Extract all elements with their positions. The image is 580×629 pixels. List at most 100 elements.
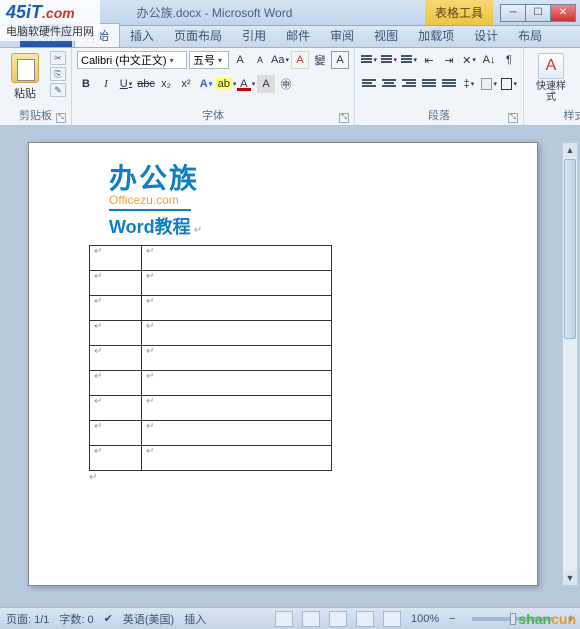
ribbon: 粘贴 ✂ ⎘ ✎ 剪贴板⤡ Calibri (中文正文)▾ 五号▾ A A Aa…	[0, 48, 580, 126]
subscript-button[interactable]: x₂	[157, 75, 175, 93]
phonetic-guide-button[interactable]: 變	[311, 51, 329, 69]
maximize-button[interactable]: ☐	[525, 4, 551, 22]
status-wordcount[interactable]: 字数: 0	[59, 611, 93, 627]
line-spacing-button[interactable]: ‡▾	[460, 75, 478, 93]
grow-font-button[interactable]: A	[231, 51, 249, 69]
group-label-font: 字体⤡	[77, 106, 349, 124]
character-border-button[interactable]: A	[331, 51, 349, 69]
format-painter-button[interactable]: ✎	[50, 83, 66, 97]
table-row: ↵↵	[90, 446, 332, 471]
show-marks-button[interactable]: ¶	[500, 51, 518, 69]
decrease-indent-button[interactable]: ⇤	[420, 51, 438, 69]
clear-formatting-button[interactable]: A	[291, 51, 309, 69]
enclose-characters-button[interactable]: ㊥	[277, 75, 295, 93]
group-clipboard: 粘贴 ✂ ⎘ ✎ 剪贴板⤡	[0, 48, 72, 125]
view-print-layout[interactable]	[275, 611, 293, 627]
tab-mailings[interactable]: 邮件	[276, 24, 320, 47]
copy-button[interactable]: ⎘	[50, 67, 66, 81]
table-row: ↵↵	[90, 396, 332, 421]
tab-references[interactable]: 引用	[232, 24, 276, 47]
quick-styles-icon: A	[538, 53, 564, 79]
sort-button[interactable]: A↓	[480, 51, 498, 69]
zoom-out-button[interactable]: −	[449, 613, 455, 625]
contextual-tab-label: 表格工具	[425, 0, 493, 25]
bottom-watermark: shancun	[518, 611, 576, 627]
borders-button[interactable]: ▾	[500, 75, 518, 93]
tab-design[interactable]: 设计	[464, 24, 508, 47]
group-label-styles: 样式⤡	[529, 106, 580, 124]
tab-insert[interactable]: 插入	[120, 24, 164, 47]
paragraph-dialog-launcher[interactable]: ⤡	[508, 113, 518, 123]
paste-button[interactable]: 粘贴	[5, 51, 45, 103]
zoom-level[interactable]: 100%	[411, 613, 439, 625]
table-row: ↵↵	[90, 246, 332, 271]
tab-pagelayout[interactable]: 页面布局	[164, 24, 232, 47]
strike-button[interactable]: abc	[137, 75, 155, 93]
tab-review[interactable]: 审阅	[320, 24, 364, 47]
bullets-button[interactable]: ▾	[360, 51, 378, 69]
status-bar: 页面: 1/1 字数: 0 ✔ 英语(美国) 插入 100% − +	[0, 607, 580, 629]
tab-addins[interactable]: 加载项	[408, 24, 464, 47]
table-row: ↵↵	[90, 271, 332, 296]
shrink-font-button[interactable]: A	[251, 51, 269, 69]
scroll-thumb[interactable]	[564, 159, 576, 339]
italic-button[interactable]: I	[97, 75, 115, 93]
superscript-button[interactable]: x²	[177, 75, 195, 93]
table-row: ↵↵	[90, 371, 332, 396]
document-header-logo: 办公族 Officezu.com Word教程 ↵	[109, 157, 487, 239]
asian-layout-button[interactable]: ✕▾	[460, 51, 478, 69]
text-effects-button[interactable]: A▾	[197, 75, 215, 93]
scroll-up-button[interactable]: ▲	[563, 143, 577, 157]
change-case-button[interactable]: Aa▾	[271, 51, 289, 69]
status-language[interactable]: 英语(美国)	[123, 611, 174, 627]
bold-button[interactable]: B	[77, 75, 95, 93]
tab-layout[interactable]: 布局	[508, 24, 552, 47]
increase-indent-button[interactable]: ⇥	[440, 51, 458, 69]
view-draft[interactable]	[383, 611, 401, 627]
character-shading-button[interactable]: A	[257, 75, 275, 93]
quick-styles-button[interactable]: A 快速样式	[529, 51, 573, 105]
group-styles: A 快速样式 A 更改样式 样式⤡	[524, 48, 580, 125]
shading-button[interactable]: ▾	[480, 75, 498, 93]
table-row: ↵↵	[90, 346, 332, 371]
view-outline[interactable]	[356, 611, 374, 627]
document-area: 办公族 Officezu.com Word教程 ↵ ↵↵ ↵↵ ↵↵ ↵↵ ↵↵…	[0, 126, 580, 596]
clipboard-dialog-launcher[interactable]: ⤡	[56, 113, 66, 123]
page[interactable]: 办公族 Officezu.com Word教程 ↵ ↵↵ ↵↵ ↵↵ ↵↵ ↵↵…	[28, 142, 538, 586]
distribute-button[interactable]	[440, 75, 458, 93]
align-right-button[interactable]	[400, 75, 418, 93]
underline-button[interactable]: U▾	[117, 75, 135, 93]
group-paragraph: ▾ ▾ ▾ ⇤ ⇥ ✕▾ A↓ ¶ ‡▾ ▾ ▾ 段落⤡	[355, 48, 524, 125]
justify-button[interactable]	[420, 75, 438, 93]
tab-view[interactable]: 视图	[364, 24, 408, 47]
highlight-button[interactable]: ab▾	[217, 75, 235, 93]
scroll-down-button[interactable]: ▼	[563, 571, 577, 585]
font-size-combo[interactable]: 五号▾	[189, 51, 229, 69]
font-dialog-launcher[interactable]: ⤡	[339, 113, 349, 123]
font-name-combo[interactable]: Calibri (中文正文)▾	[77, 51, 187, 69]
font-color-button[interactable]: A▾	[237, 75, 255, 93]
paste-icon	[11, 53, 39, 83]
group-font: Calibri (中文正文)▾ 五号▾ A A Aa▾ A 變 A B I U▾…	[72, 48, 355, 125]
minimize-button[interactable]: ─	[500, 4, 526, 22]
close-button[interactable]: ✕	[550, 4, 576, 22]
change-styles-button[interactable]: A 更改样式	[576, 51, 580, 105]
group-label-clipboard: 剪贴板⤡	[5, 106, 66, 124]
table-row: ↵↵	[90, 321, 332, 346]
align-left-button[interactable]	[360, 75, 378, 93]
view-fullscreen[interactable]	[302, 611, 320, 627]
numbering-button[interactable]: ▾	[380, 51, 398, 69]
view-web[interactable]	[329, 611, 347, 627]
document-table[interactable]: ↵↵ ↵↵ ↵↵ ↵↵ ↵↵ ↵↵ ↵↵ ↵↵ ↵↵	[89, 245, 332, 471]
status-page[interactable]: 页面: 1/1	[6, 611, 49, 627]
table-row: ↵↵	[90, 296, 332, 321]
multilevel-button[interactable]: ▾	[400, 51, 418, 69]
group-label-paragraph: 段落⤡	[360, 106, 518, 124]
external-watermark: 45iT.com 电脑软硬件应用网	[0, 0, 100, 41]
table-row: ↵↵	[90, 421, 332, 446]
align-center-button[interactable]	[380, 75, 398, 93]
status-mode[interactable]: 插入	[184, 611, 206, 627]
vertical-scrollbar[interactable]: ▲ ▼	[562, 142, 578, 586]
status-proofing-icon[interactable]: ✔	[104, 612, 113, 625]
cut-button[interactable]: ✂	[50, 51, 66, 65]
